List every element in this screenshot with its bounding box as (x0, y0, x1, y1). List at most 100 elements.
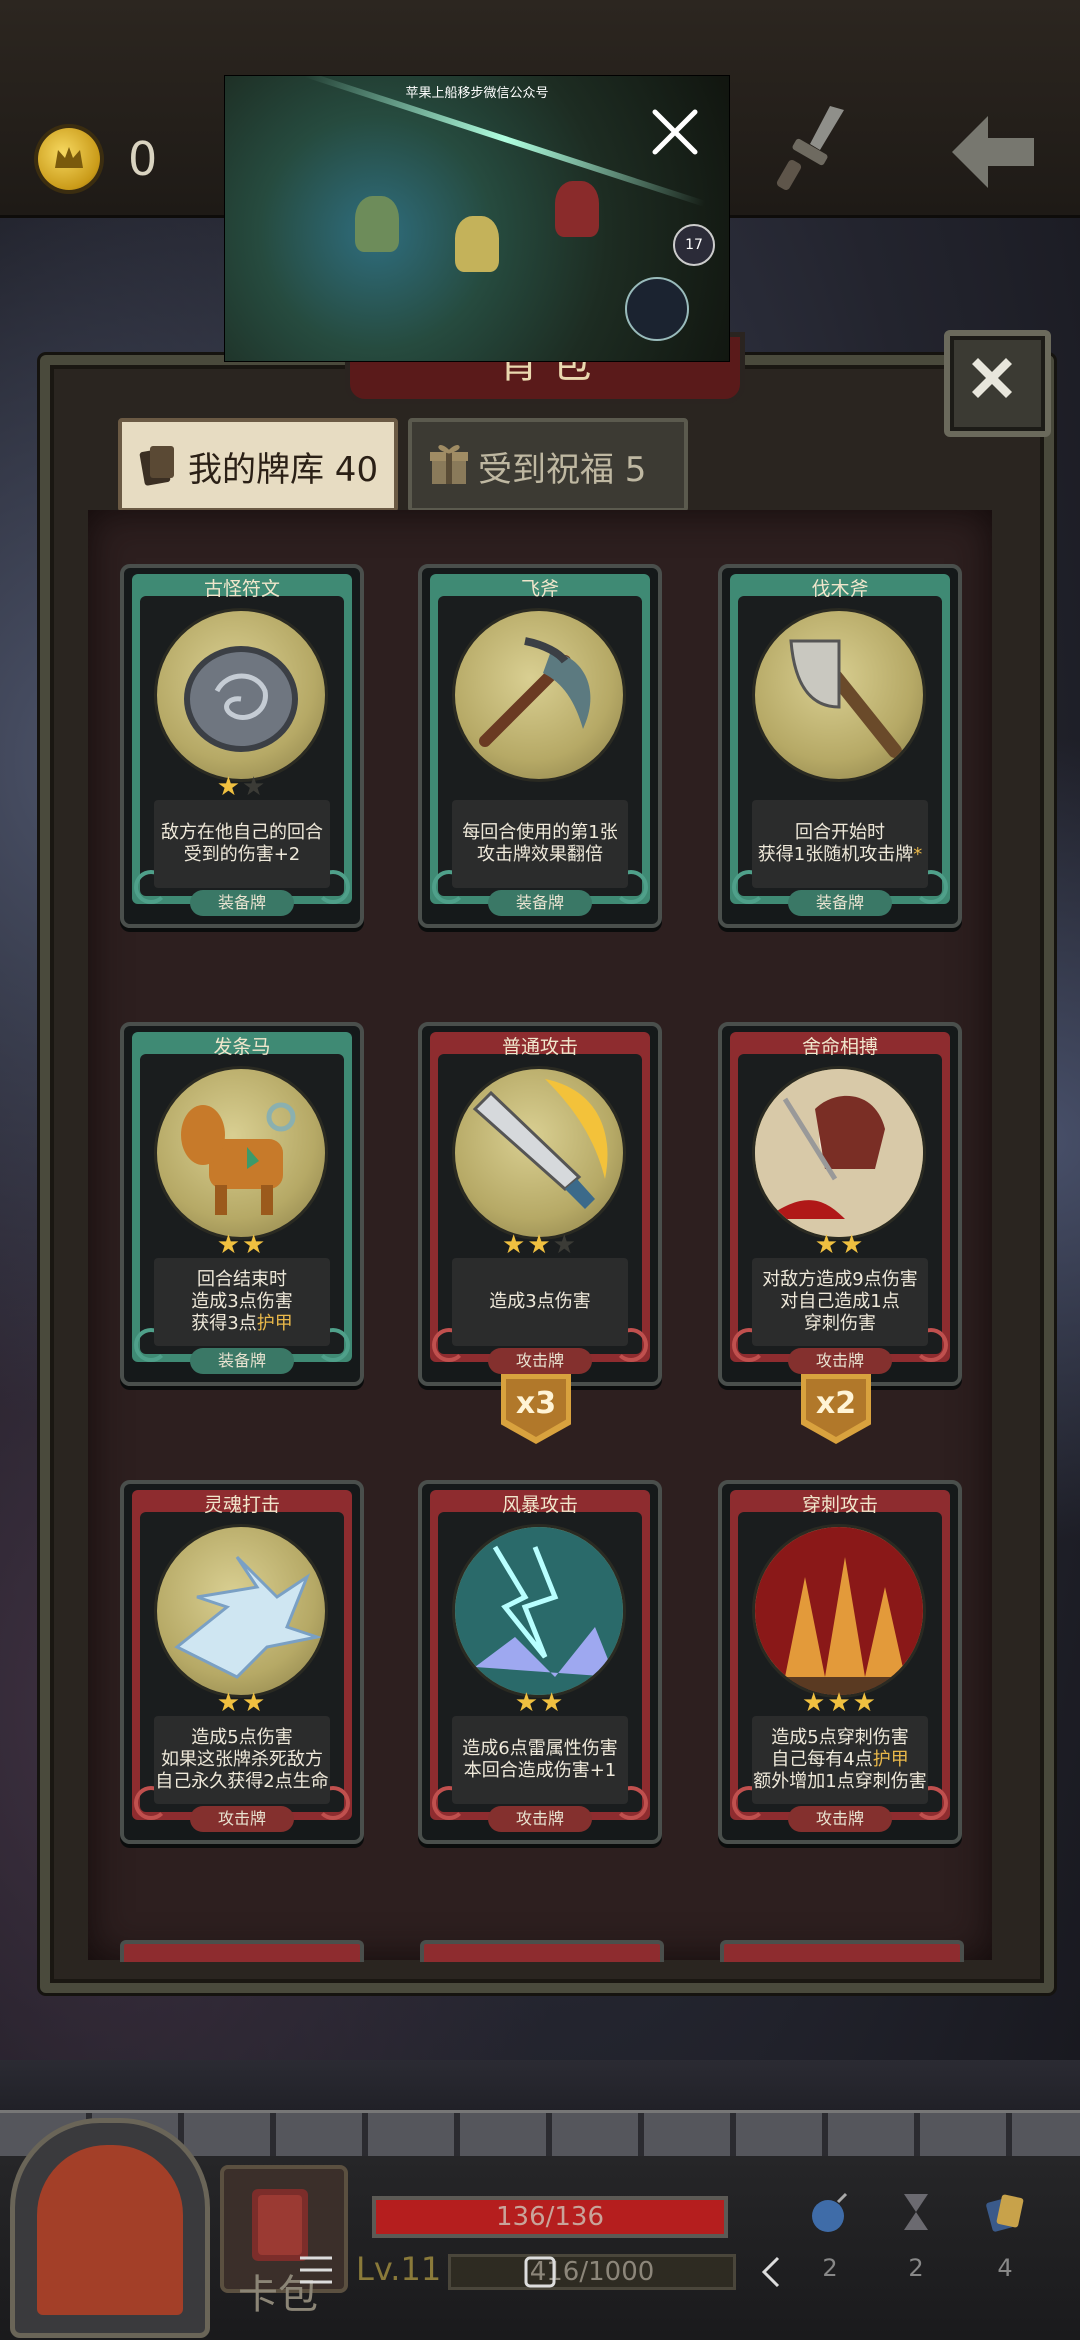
card-desc-line: 回合结束时 (197, 1269, 287, 1290)
video-overlay[interactable]: 苹果上船移步微信公众号 17 (224, 75, 730, 362)
card-stars: ★★ (124, 1688, 360, 1718)
sword-icon[interactable] (760, 100, 850, 204)
video-close-icon[interactable] (649, 106, 701, 158)
card[interactable]: 舍命相搏 ★★ 对敌方造成9点伤害 对自己造成1点 穿刺伤害 攻击牌 (718, 1022, 962, 1386)
hero-portrait[interactable] (10, 2118, 210, 2338)
card-stars: ★★★ (722, 1688, 958, 1718)
star-icon: ★ (242, 772, 268, 802)
nav-back-icon[interactable] (756, 2252, 786, 2292)
star-icon: ★ (216, 1230, 242, 1260)
card-peek[interactable] (720, 1940, 964, 1962)
star-icon: ★ (242, 1230, 268, 1260)
card-stars: ★★ (124, 772, 360, 802)
card[interactable]: 普通攻击 ★★★ 造成3点伤害 攻击牌 (418, 1022, 662, 1386)
card-stars: ★★ (722, 1230, 958, 1260)
card-stack-icon (986, 2194, 1024, 2232)
card-type: 攻击牌 (788, 1806, 892, 1832)
card-desc-line: 如果这张牌杀死敌方 (161, 1749, 323, 1770)
card-title: 舍命相搏 (801, 1036, 878, 1058)
card-desc-line: 敌方在他自己的回合 (161, 822, 323, 843)
star-icon: ★ (827, 1688, 853, 1718)
item-count: 2 (822, 2254, 838, 2282)
home-icon[interactable] (520, 2252, 560, 2292)
pierce-strike-icon (752, 1524, 926, 1698)
card-description: 造成5点伤害 如果这张牌杀死敌方 自己永久获得2点生命 (154, 1716, 330, 1804)
hp-bar: 136/136 (372, 2196, 728, 2238)
tab-my-deck[interactable]: 我的牌库 40 (118, 418, 398, 512)
card[interactable]: 飞斧 每回合使用的第1张 攻击牌效果翻倍 装备牌 (418, 564, 662, 928)
back-arrow-icon[interactable] (948, 112, 1038, 196)
item-count: 4 (997, 2254, 1013, 2282)
card-desc-line: 穿刺伤害 (804, 1313, 876, 1334)
card-description: 回合结束时 造成3点伤害 获得3点护甲 (154, 1258, 330, 1346)
card-desc-line: 额外增加1点穿刺伤害 (753, 1771, 927, 1792)
tab-blessings-label: 受到祝福 5 (478, 450, 647, 490)
card-desc-line: 受到的伤害+2 (183, 844, 301, 865)
card-multiplier-badge: x3 (501, 1374, 571, 1444)
star-icon: ★ (514, 1688, 540, 1718)
video-character (355, 196, 399, 252)
item-bomb[interactable]: 2 (800, 2190, 860, 2300)
card-title: 飞斧 (520, 578, 559, 600)
card-type: 装备牌 (190, 890, 294, 916)
video-character (555, 181, 599, 237)
card[interactable]: 古怪符文 ★★ 敌方在他自己的回合 受到的伤害+2 装备牌 (120, 564, 364, 928)
card-title: 风暴攻击 (501, 1494, 578, 1516)
card-desc-line: 攻击牌效果翻倍 (477, 844, 603, 865)
card-description: 造成6点雷属性伤害 本回合造成伤害+1 (452, 1716, 628, 1804)
star-icon: ★ (814, 1230, 840, 1260)
hero-avatar (37, 2145, 183, 2315)
video-joystick (625, 277, 689, 341)
card-title: 灵魂打击 (203, 1494, 280, 1516)
item-card-stack[interactable]: 4 (975, 2190, 1035, 2300)
coin-icon (38, 128, 100, 190)
card-desc-line: 自己永久获得2点生命 (155, 1771, 329, 1792)
card-desc-line: 回合开始时 (795, 822, 885, 843)
card[interactable]: 穿刺攻击 ★★★ 造成5点穿刺伤害 自己每有4点护甲 额外增加1点穿刺伤害 攻击牌 (718, 1480, 962, 1844)
card-desc-line: 本回合造成伤害+1 (463, 1760, 617, 1781)
gift-icon (430, 445, 468, 484)
card-desc-line: 获得1张随机攻击牌* (757, 844, 923, 865)
card[interactable]: 风暴攻击 ★★ 造成6点雷属性伤害 本回合造成伤害+1 攻击牌 (418, 1480, 662, 1844)
close-button[interactable] (944, 330, 1051, 437)
card-peek[interactable] (120, 1940, 364, 1962)
star-icon: ★ (216, 1688, 242, 1718)
rune-stone-icon (154, 608, 328, 782)
card-desc-line: 造成5点穿刺伤害 (771, 1727, 909, 1748)
card-desc-line: 造成5点伤害 (191, 1727, 293, 1748)
card-desc-line: 获得3点护甲 (191, 1313, 293, 1334)
card[interactable]: 灵魂打击 ★★ 造成5点伤害 如果这张牌杀死敌方 自己永久获得2点生命 攻击牌 (120, 1480, 364, 1844)
star-icon: ★ (216, 772, 242, 802)
menu-icon[interactable] (296, 2252, 336, 2288)
card-description: 敌方在他自己的回合 受到的伤害+2 (154, 800, 330, 888)
hp-text: 136/136 (495, 2202, 604, 2232)
card-type: 装备牌 (190, 1348, 294, 1374)
card-desc-line: 造成3点伤害 (191, 1291, 293, 1312)
card-description: 造成5点穿刺伤害 自己每有4点护甲 额外增加1点穿刺伤害 (752, 1716, 928, 1804)
card-type: 攻击牌 (488, 1348, 592, 1374)
star-icon: ★ (242, 1688, 268, 1718)
coin-count: 0 (128, 132, 158, 186)
card-desc-line: 自己每有4点护甲 (771, 1749, 909, 1770)
card-multiplier-badge: x2 (801, 1374, 871, 1444)
card[interactable]: 发条马 ★★ 回合结束时 造成3点伤害 获得3点护甲 装备牌 (120, 1022, 364, 1386)
card-description: 回合开始时 获得1张随机攻击牌* (752, 800, 928, 888)
hourglass-icon (904, 2194, 928, 2230)
bomb-icon (812, 2192, 848, 2232)
card-type: 装备牌 (788, 890, 892, 916)
item-count: 2 (908, 2254, 924, 2282)
card-title: 穿刺攻击 (801, 1494, 878, 1516)
card-type: 装备牌 (488, 890, 592, 916)
card[interactable]: 伐木斧 回合开始时 获得1张随机攻击牌* 装备牌 (718, 564, 962, 928)
item-hourglass[interactable]: 2 (886, 2190, 946, 2300)
badge-label: x3 (515, 1386, 557, 1421)
card-desc-line: 造成3点伤害 (489, 1291, 591, 1312)
card-title: 普通攻击 (501, 1036, 578, 1058)
sword-slash-icon (452, 1066, 626, 1240)
xp-bar: 416/1000 (448, 2254, 736, 2290)
xp-text: 416/1000 (529, 2257, 655, 2287)
tab-blessings[interactable]: 受到祝福 5 (408, 418, 688, 512)
card-peek[interactable] (420, 1940, 664, 1962)
card-stars: ★★ (124, 1230, 360, 1260)
video-caption: 苹果上船移步微信公众号 (405, 86, 549, 101)
